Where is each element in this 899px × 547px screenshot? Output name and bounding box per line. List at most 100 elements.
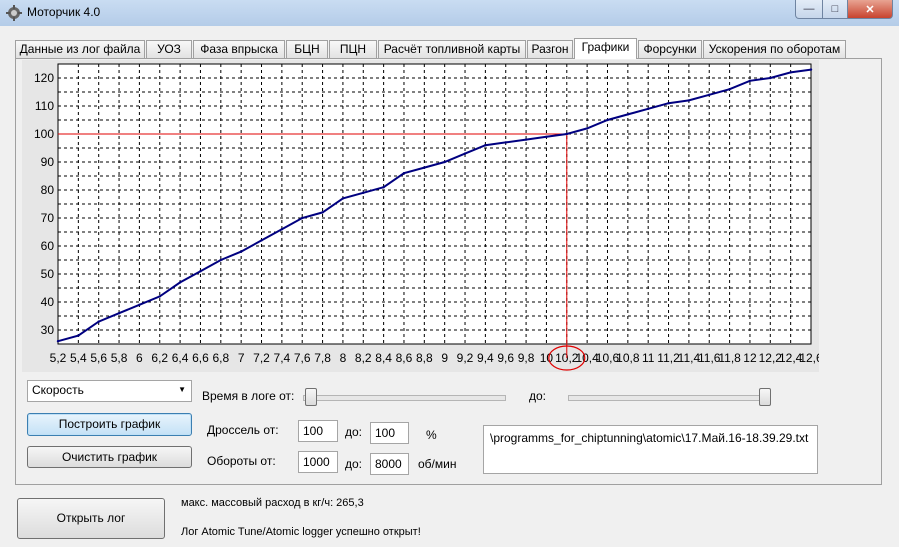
rpm-from-input[interactable]: 1000 [298,451,338,473]
series-point [524,138,528,141]
series-point [626,113,630,116]
series-point [769,76,772,80]
series-point [301,216,304,220]
close-button[interactable]: ✕ [848,0,893,19]
y-tick-label: 70 [41,211,55,225]
throttle-to-label: до: [345,425,363,439]
rpm-to-input[interactable]: 8000 [370,453,409,475]
series-point [158,295,161,298]
x-tick-label: 10 [540,351,554,365]
clear-graph-button[interactable]: Очистить график [27,446,192,468]
series-point [545,135,548,138]
x-tick-label: 7,4 [274,351,291,365]
rpm-unit: об/мин [418,457,457,471]
rpm-label: Обороты от: [207,454,276,468]
tab-log-data[interactable]: Данные из лог файла [15,40,145,58]
tab-bcn[interactable]: БЦН [286,40,328,58]
tab-injection-phase[interactable]: Фаза впрыска [193,40,285,58]
series-point [667,102,670,105]
series-point [463,152,467,155]
x-tick-label: 9,2 [457,351,474,365]
y-tick-label: 120 [34,71,54,85]
series-point [789,71,792,74]
series-point [199,270,202,273]
series-point [117,312,121,315]
series-point [239,250,243,253]
app-icon [6,5,22,21]
x-tick-label: 6 [136,351,143,365]
time-to-slider[interactable] [568,387,771,407]
throttle-from-input[interactable]: 100 [298,420,338,442]
window-title: Моторчик 4.0 [27,5,101,19]
maximize-button[interactable]: □ [823,0,848,19]
series-point [280,228,284,231]
max-mass-flow-text: макс. массовый расход в кг/ч: 265,3 [181,497,364,509]
x-tick-label: 5,8 [111,351,128,365]
series-point [402,172,406,175]
series-point [260,239,263,242]
y-tick-label: 50 [41,267,55,281]
file-path-field[interactable]: \programms_for_chiptunning\atomic\17.Май… [483,425,818,474]
x-tick-label: 9,6 [497,351,514,365]
x-tick-label: 9 [441,351,448,365]
throttle-unit: % [426,428,437,442]
parameter-select[interactable]: Скорость ▼ [27,380,192,402]
close-icon: ✕ [865,3,875,16]
build-graph-button[interactable]: Построить график [27,413,192,436]
speed-chart: 5,2 5,4 5,6 5,8 6 6,2 6,4 6,6 6,8 7 7,2 7,4 7,6 7,8 8 8… [22,60,819,372]
y-tick-label: 60 [41,239,55,253]
x-tick-label: 8,8 [416,351,433,365]
series-point [382,186,385,189]
status-message: Лог Atomic Tune/Atomic logger успешно от… [181,526,421,538]
x-tick-label: 8,2 [355,351,372,365]
throttle-label: Дроссель от: [207,423,279,437]
y-tick-label: 110 [35,99,54,113]
main-window: Моторчик 4.0 — □ ✕ Данные из лог файла У… [0,0,899,547]
series-point [178,281,182,284]
series-point [443,160,446,164]
plot-area [57,63,812,345]
tab-pcn[interactable]: ПЦН [329,40,377,58]
maximize-icon: □ [831,3,839,15]
x-tick-label: 5,6 [90,351,107,365]
time-from-slider-thumb[interactable] [305,388,317,406]
throttle-to-input[interactable]: 100 [370,422,409,444]
open-log-button[interactable]: Открыть лог [17,498,165,539]
parameter-select-value: Скорость [32,383,84,397]
time-to-label: до: [529,389,547,403]
tab-fuel-map[interactable]: Расчёт топливной карты [378,40,526,58]
tab-injectors[interactable]: Форсунки [638,40,702,58]
series-point [56,340,60,343]
series-point [809,68,813,71]
tab-graphs[interactable]: Графики [574,38,637,59]
x-tick-label: 7 [238,351,245,365]
x-tick-label: 9,8 [518,351,535,365]
series-point [77,334,80,337]
y-tick-label: 40 [41,295,55,309]
series-point [423,166,426,169]
x-tick-label: 10,8 [616,351,640,365]
y-tick-label: 90 [41,155,55,169]
x-tick-label: 8,6 [396,351,413,365]
x-tick-label: 6,8 [212,351,229,365]
series-point [97,320,100,323]
x-tick-label: 5,2 [50,351,67,365]
x-tick-label: 7,2 [253,351,270,365]
time-from-slider[interactable] [303,387,506,407]
series-point [321,211,324,214]
x-tick-label: 12,6 [799,351,819,365]
x-tick-label: 5,4 [70,351,87,365]
series-point [362,191,365,194]
series-point [138,303,141,306]
series-point [341,197,345,200]
tab-uoz[interactable]: УОЗ [146,40,192,58]
minimize-button[interactable]: — [795,0,823,19]
tab-acceleration[interactable]: Разгон [527,40,573,58]
tab-rpm-acceleration[interactable]: Ускорения по оборотам [703,40,846,58]
chart-svg: 5,2 5,4 5,6 5,8 6 6,2 6,4 6,6 6,8 7 7,2 7,4 7,6 7,8 8 8… [34,63,819,371]
x-tick-label: 8 [340,351,347,365]
x-tick-label: 6,2 [151,351,168,365]
y-tick-label: 80 [41,183,55,197]
series-point [504,141,507,144]
time-to-slider-thumb[interactable] [759,388,771,406]
